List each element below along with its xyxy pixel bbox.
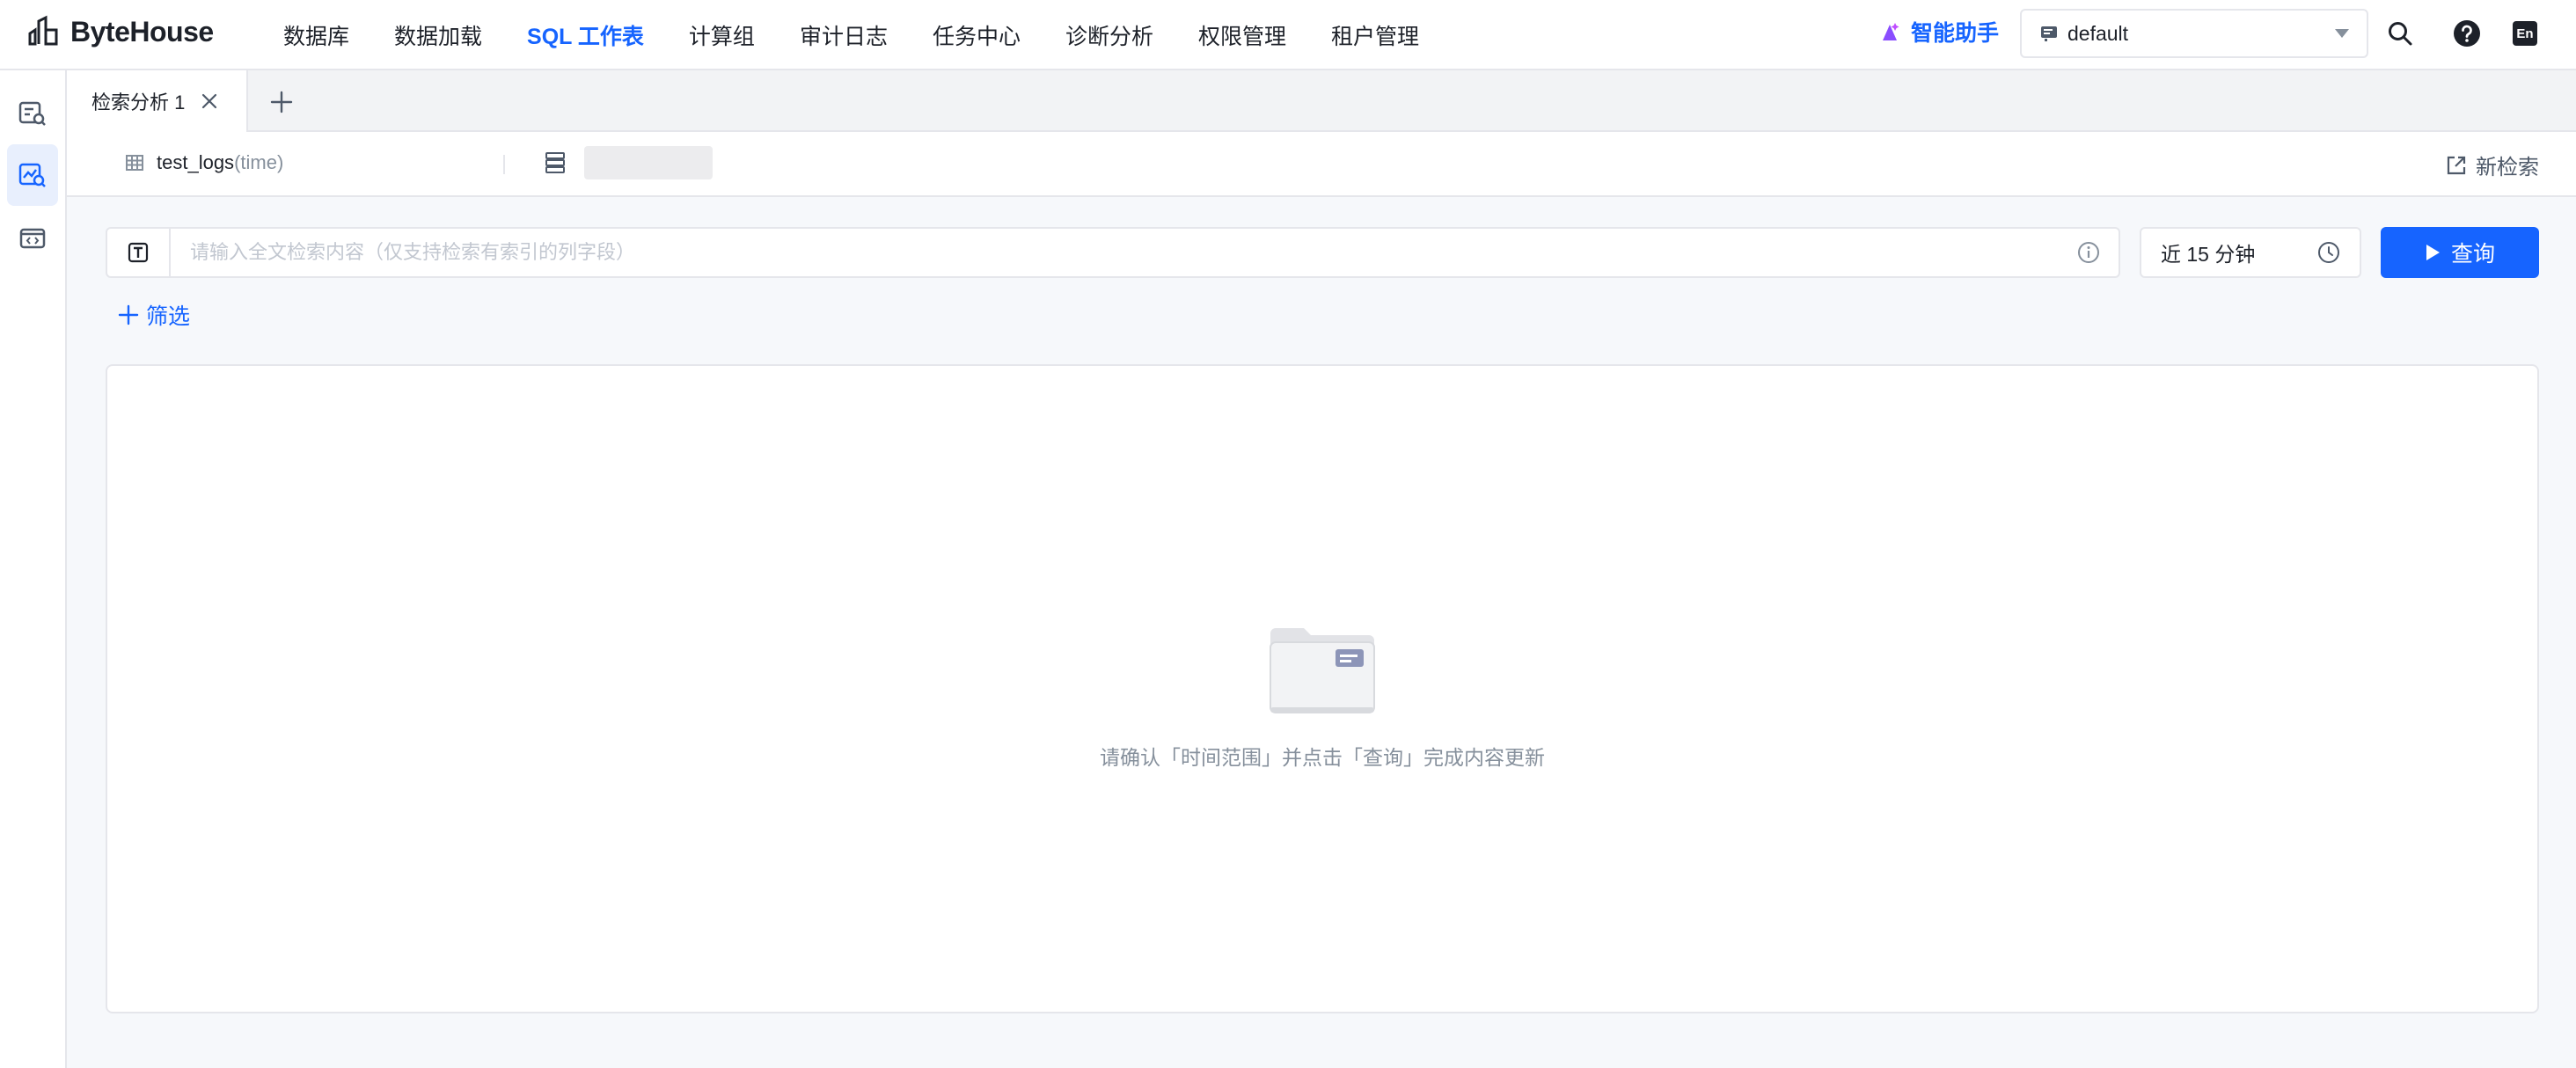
help-button[interactable]	[2451, 18, 2483, 49]
nav-item-audit-logs[interactable]: 审计日志	[800, 19, 888, 51]
query-label: 查询	[2450, 242, 2495, 267]
nav-item-diagnostics[interactable]: 诊断分析	[1065, 19, 1153, 51]
compute-group-selector[interactable]	[545, 146, 713, 179]
brand-logo[interactable]: ByteHouse	[26, 14, 214, 49]
text-type-icon	[128, 242, 149, 263]
bytehouse-logo-icon	[28, 15, 58, 46]
search-type-button[interactable]	[107, 229, 171, 276]
empty-state-message: 请确认「时间范围」并点击「查询」完成内容更新	[1100, 746, 1545, 769]
time-range-picker[interactable]: 近 15 分钟	[2140, 227, 2361, 278]
add-tab-button[interactable]	[267, 88, 296, 116]
main-menu: 数据库 数据加载 SQL 工作表 计算组 审计日志 任务中心 诊断分析 权限管理…	[283, 0, 1464, 70]
filter-label: 筛选	[146, 304, 191, 329]
rail-item-sql-query[interactable]	[7, 83, 58, 144]
ai-assistant-label: 智能助手	[1911, 21, 2000, 46]
info-icon[interactable]	[2071, 235, 2106, 270]
workspace-icon	[2041, 26, 2057, 41]
ai-assistant-button[interactable]: 智能助手	[1877, 16, 1999, 48]
nav-item-permissions[interactable]: 权限管理	[1198, 19, 1286, 51]
nav-item-tenant-management[interactable]: 租户管理	[1331, 19, 1419, 51]
rail-item-search-analysis[interactable]	[7, 144, 58, 206]
workspace-select[interactable]: default	[2020, 9, 2368, 58]
global-search-button[interactable]	[2384, 18, 2416, 49]
divider	[503, 155, 505, 174]
tab-label: 检索分析 1	[91, 91, 186, 113]
data-source-bar: test_logs (time) 新检索	[67, 132, 2576, 197]
table-name: test_logs	[157, 151, 235, 173]
fulltext-search-box	[106, 227, 2120, 278]
chevron-down-icon	[2335, 29, 2349, 38]
table-time-column: (time)	[234, 151, 284, 173]
table-selector[interactable]: test_logs (time)	[125, 151, 283, 174]
query-list-icon	[18, 101, 46, 126]
result-panel: 请确认「时间范围」并点击「查询」完成内容更新	[106, 364, 2539, 1013]
worksheet-tab-bar: 检索分析 1	[67, 70, 2576, 132]
new-search-label: 新检索	[2476, 156, 2539, 179]
search-analysis-icon	[18, 163, 46, 187]
query-button[interactable]: 查询	[2381, 227, 2539, 278]
language-label: En	[2516, 26, 2534, 41]
nav-item-data-loading[interactable]: 数据加载	[394, 19, 482, 51]
external-link-icon	[2447, 156, 2466, 174]
add-filter-button[interactable]: 筛选	[118, 299, 190, 331]
sparkle-icon	[1883, 23, 1899, 40]
nav-item-compute-groups[interactable]: 计算组	[689, 19, 755, 51]
server-icon	[545, 152, 565, 173]
tab-search-analysis-1[interactable]: 检索分析 1	[67, 70, 248, 132]
nav-item-task-center[interactable]: 任务中心	[933, 19, 1021, 51]
left-rail	[0, 70, 67, 1068]
search-icon	[2389, 22, 2412, 46]
language-switch-button[interactable]: En	[2509, 18, 2541, 49]
help-icon	[2454, 20, 2480, 47]
empty-state: 请确认「时间范围」并点击「查询」完成内容更新	[107, 621, 2537, 771]
nav-item-databases[interactable]: 数据库	[283, 19, 349, 51]
rail-item-code[interactable]	[7, 208, 58, 269]
brand-name: ByteHouse	[70, 15, 214, 48]
top-navbar: ByteHouse 数据库 数据加载 SQL 工作表 计算组 审计日志 任务中心…	[0, 0, 2576, 70]
nav-item-sql-worksheet[interactable]: SQL 工作表	[527, 19, 644, 51]
new-search-button[interactable]: 新检索	[2446, 150, 2539, 180]
time-range-value: 近 15 分钟	[2161, 243, 2256, 266]
workspace-value: default	[2067, 21, 2129, 45]
redacted-compute-group	[584, 146, 713, 179]
close-icon[interactable]	[199, 91, 220, 112]
code-window-icon	[19, 228, 46, 249]
play-icon	[2426, 245, 2440, 260]
fulltext-search-input[interactable]	[171, 229, 2071, 276]
clock-icon	[2318, 242, 2339, 263]
table-icon	[126, 155, 143, 171]
plus-icon	[118, 304, 139, 326]
plus-icon	[270, 91, 293, 113]
empty-folder-icon	[1270, 628, 1375, 713]
